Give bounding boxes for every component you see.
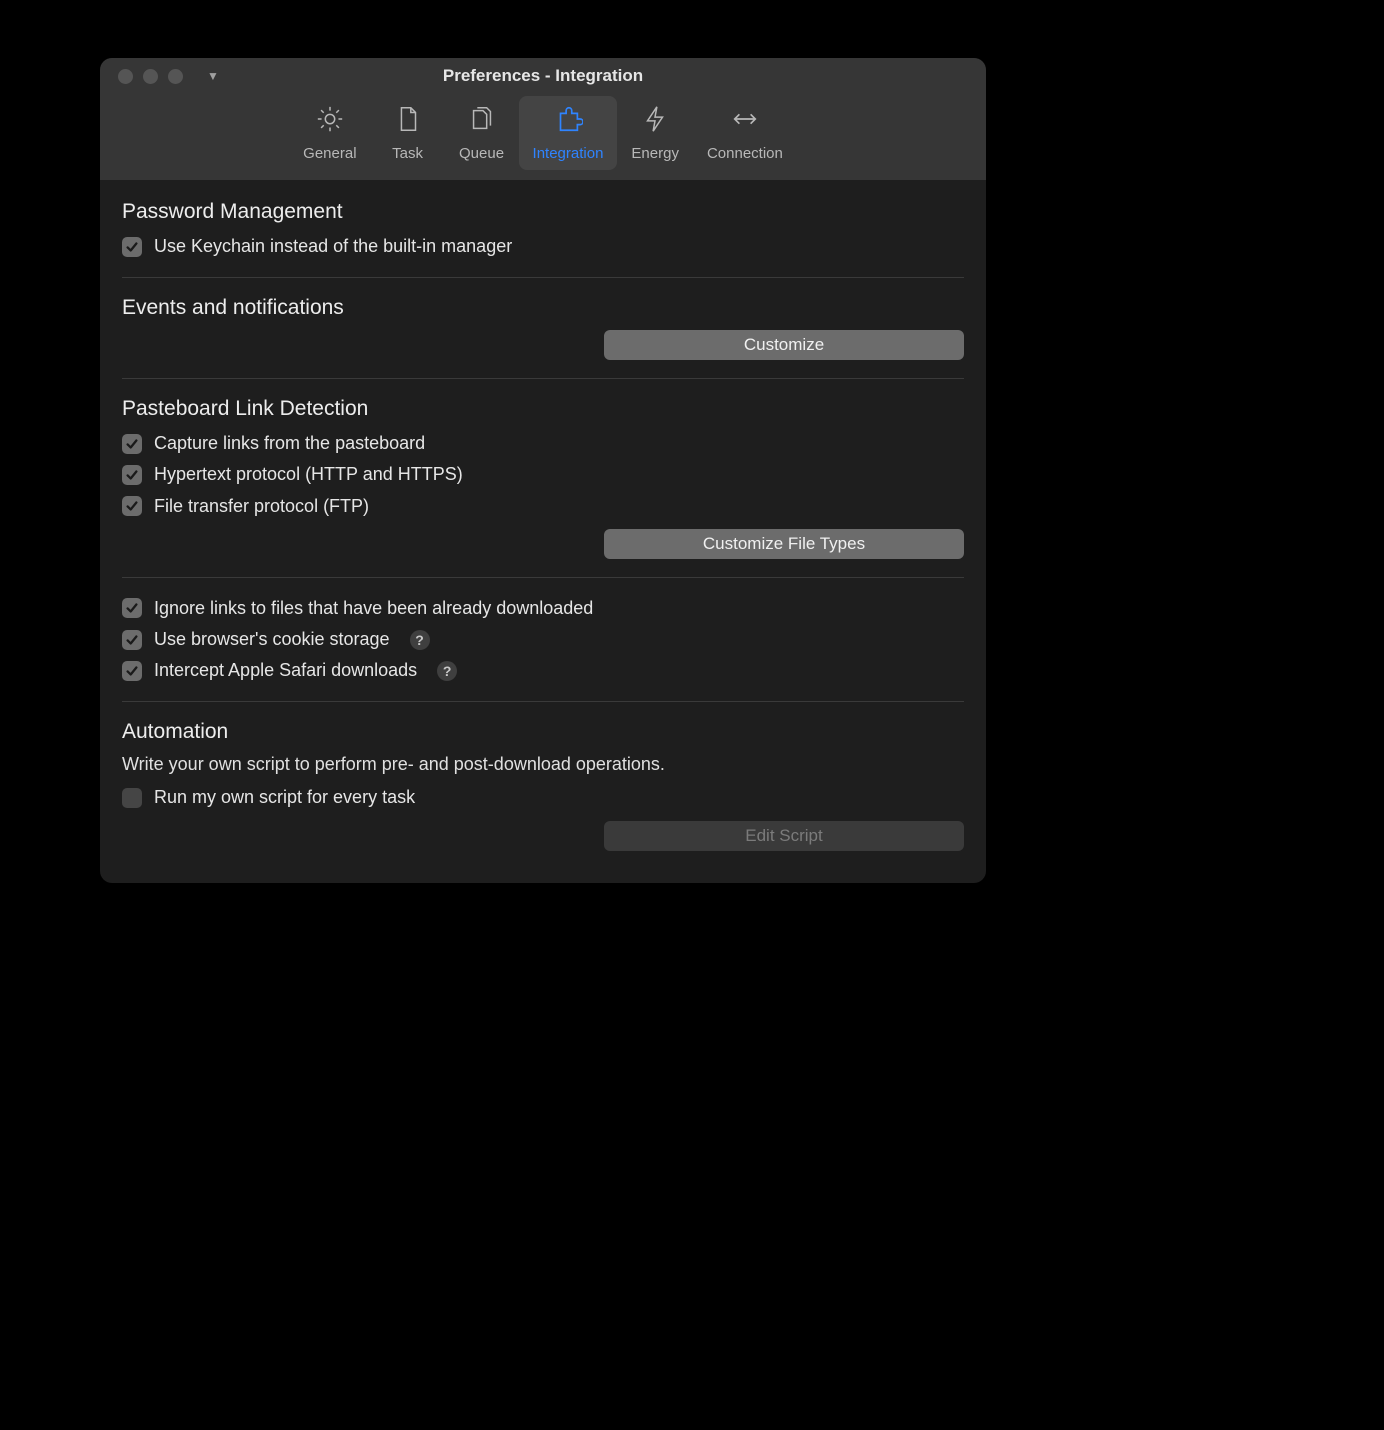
run-script-label: Run my own script for every task <box>154 785 415 810</box>
edit-script-button-row: Edit Script <box>122 821 964 851</box>
window-title: Preferences - Integration <box>100 66 986 86</box>
pasteboard-title: Pasteboard Link Detection <box>122 397 964 421</box>
zoom-icon[interactable] <box>168 69 183 84</box>
divider <box>122 277 964 278</box>
titlebar: ▼ Preferences - Integration General <box>100 58 986 180</box>
events-button-row: Customize <box>122 330 964 360</box>
password-management-title: Password Management <box>122 200 964 224</box>
divider <box>122 577 964 578</box>
puzzle-icon <box>553 104 583 139</box>
documents-icon <box>467 104 497 139</box>
tab-label: Integration <box>533 145 604 162</box>
tab-energy[interactable]: Energy <box>617 96 693 170</box>
automation-title: Automation <box>122 720 964 744</box>
gear-icon <box>315 104 345 139</box>
customize-events-button[interactable]: Customize <box>604 330 964 360</box>
customize-file-types-button[interactable]: Customize File Types <box>604 529 964 559</box>
ignore-downloaded-label: Ignore links to files that have been alr… <box>154 596 593 621</box>
http-label: Hypertext protocol (HTTP and HTTPS) <box>154 462 463 487</box>
cookie-help-icon[interactable]: ? <box>410 630 430 650</box>
tab-label: Connection <box>707 145 783 162</box>
traffic-lights: ▼ <box>100 69 219 84</box>
arrows-icon <box>730 104 760 139</box>
tab-general[interactable]: General <box>289 96 370 170</box>
document-icon <box>393 104 423 139</box>
divider <box>122 701 964 702</box>
tab-label: Energy <box>631 145 679 162</box>
use-keychain-checkbox[interactable] <box>122 237 142 257</box>
use-keychain-label: Use Keychain instead of the built-in man… <box>154 234 512 259</box>
tab-label: General <box>303 145 356 162</box>
cookie-storage-checkbox[interactable] <box>122 630 142 650</box>
ftp-label: File transfer protocol (FTP) <box>154 494 369 519</box>
http-row: Hypertext protocol (HTTP and HTTPS) <box>122 462 964 487</box>
edit-script-button[interactable]: Edit Script <box>604 821 964 851</box>
chevron-down-icon[interactable]: ▼ <box>207 70 219 82</box>
file-types-button-row: Customize File Types <box>122 529 964 559</box>
run-script-checkbox[interactable] <box>122 788 142 808</box>
ignore-downloaded-row: Ignore links to files that have been alr… <box>122 596 964 621</box>
bolt-icon <box>640 104 670 139</box>
safari-intercept-checkbox[interactable] <box>122 661 142 681</box>
ftp-checkbox[interactable] <box>122 496 142 516</box>
events-title: Events and notifications <box>122 296 964 320</box>
tab-task[interactable]: Task <box>371 96 445 170</box>
capture-links-checkbox[interactable] <box>122 434 142 454</box>
toolbar: General Task Queue <box>100 96 986 170</box>
content-pane: Password Management Use Keychain instead… <box>100 180 986 883</box>
ftp-row: File transfer protocol (FTP) <box>122 494 964 519</box>
tab-queue[interactable]: Queue <box>445 96 519 170</box>
minimize-icon[interactable] <box>143 69 158 84</box>
tab-integration[interactable]: Integration <box>519 96 618 170</box>
safari-intercept-row: Intercept Apple Safari downloads ? <box>122 658 964 683</box>
titlebar-top: ▼ Preferences - Integration <box>100 58 986 94</box>
tab-label: Task <box>392 145 423 162</box>
ignore-downloaded-checkbox[interactable] <box>122 598 142 618</box>
close-icon[interactable] <box>118 69 133 84</box>
capture-links-label: Capture links from the pasteboard <box>154 431 425 456</box>
automation-desc: Write your own script to perform pre- an… <box>122 754 964 775</box>
divider <box>122 378 964 379</box>
preferences-window: ▼ Preferences - Integration General <box>100 58 986 883</box>
safari-help-icon[interactable]: ? <box>437 661 457 681</box>
use-keychain-row: Use Keychain instead of the built-in man… <box>122 234 964 259</box>
tab-label: Queue <box>459 145 504 162</box>
http-checkbox[interactable] <box>122 465 142 485</box>
safari-intercept-label: Intercept Apple Safari downloads <box>154 658 417 683</box>
capture-links-row: Capture links from the pasteboard <box>122 431 964 456</box>
cookie-storage-row: Use browser's cookie storage ? <box>122 627 964 652</box>
tab-connection[interactable]: Connection <box>693 96 797 170</box>
run-script-row: Run my own script for every task <box>122 785 964 810</box>
cookie-storage-label: Use browser's cookie storage <box>154 627 390 652</box>
